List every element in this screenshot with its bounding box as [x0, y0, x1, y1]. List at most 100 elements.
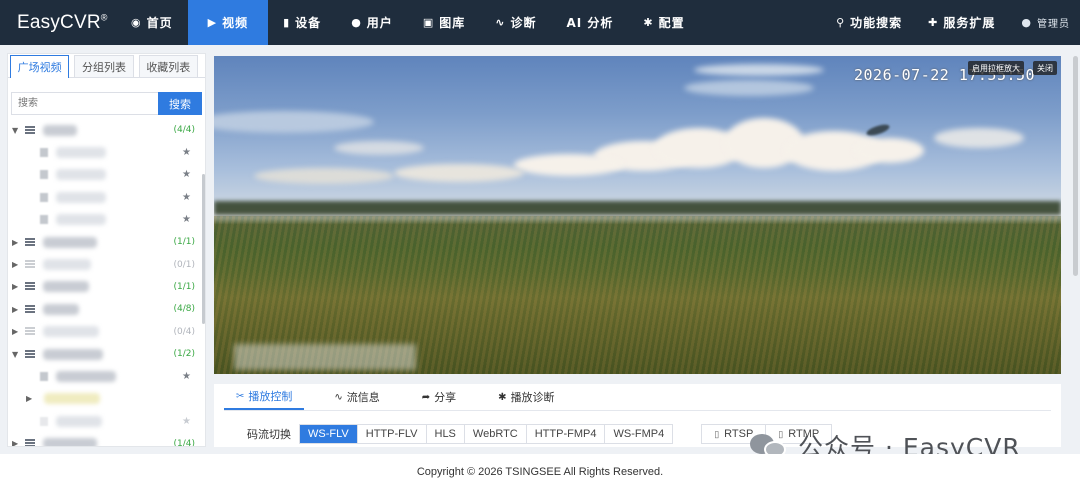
tree-leaf[interactable]: ★ — [8, 209, 205, 231]
device-icon: ▮ — [283, 16, 291, 29]
nav-item-gallery[interactable]: ▣ 图库 — [408, 0, 480, 45]
nav-item-ai[interactable]: AI 分析 — [551, 0, 628, 45]
folder-icon — [25, 439, 35, 446]
share-icon: ➦ — [421, 391, 431, 403]
video-player[interactable]: 2026-07-22 17:55:50 启用拉框放大 关闭 — [214, 56, 1061, 374]
format-ws-flv[interactable]: WS-FLV — [300, 425, 358, 443]
caret-right-icon[interactable]: ▶ — [26, 394, 36, 403]
tree-node[interactable]: ▶ (1/1) — [8, 276, 205, 298]
dashboard-icon: ◉ — [131, 16, 142, 29]
bird-shape — [865, 122, 891, 138]
node-name-blurred — [43, 303, 79, 315]
search-button[interactable]: 搜索 — [158, 92, 202, 115]
camera-icon — [40, 371, 48, 381]
cloud-shape — [934, 128, 1024, 148]
folder-icon — [25, 349, 35, 359]
caret-right-icon[interactable]: ▶ — [12, 282, 22, 291]
tab-stream-info[interactable]: ∿ 流信息 — [322, 384, 391, 410]
function-search-button[interactable]: ⚲ 功能搜索 — [823, 0, 915, 45]
folder-icon — [25, 125, 35, 135]
tree-node[interactable]: ▶ (1/1) — [8, 231, 205, 253]
node-count: (1/1) — [173, 237, 195, 248]
tree-node[interactable]: ▶ (0/4) — [8, 321, 205, 343]
format-ws-fmp4[interactable]: WS-FMP4 — [605, 425, 673, 443]
page-scrollbar[interactable] — [1073, 56, 1078, 276]
tree-leaf[interactable]: ★ — [8, 410, 205, 432]
panel-scrollbar[interactable] — [202, 174, 205, 324]
format-http-flv[interactable]: HTTP-FLV — [357, 425, 427, 443]
star-icon[interactable]: ★ — [182, 416, 191, 427]
node-name-blurred — [44, 393, 100, 405]
star-icon[interactable]: ★ — [182, 169, 191, 180]
star-icon[interactable]: ★ — [182, 192, 191, 203]
tab-share[interactable]: ➦ 分享 — [410, 384, 468, 410]
nav-right: ⚲ 功能搜索 ✚ 服务扩展 ● 管理员 — [823, 0, 1080, 45]
tree-node[interactable]: ▶ — [8, 388, 205, 410]
user-menu[interactable]: ● 管理员 — [1008, 0, 1080, 45]
tree-leaf[interactable]: ★ — [8, 186, 205, 208]
service-extension-button[interactable]: ✚ 服务扩展 — [915, 0, 1008, 45]
caret-down-icon[interactable]: ▼ — [12, 350, 22, 359]
tree-leaf[interactable]: ★ — [8, 141, 205, 163]
cloud-shape — [514, 154, 624, 176]
camera-icon — [40, 192, 48, 202]
treeline-shape — [214, 201, 1061, 215]
tab-play-diagnose[interactable]: ✱ 播放诊断 — [486, 384, 566, 410]
camera-icon — [40, 148, 48, 158]
app-logo[interactable]: EasyCVR® — [0, 12, 108, 34]
node-name-blurred — [43, 236, 97, 248]
caret-right-icon[interactable]: ▶ — [12, 305, 22, 314]
node-count: (1/1) — [173, 281, 195, 292]
star-icon[interactable]: ★ — [182, 147, 191, 158]
tab-favorites[interactable]: 收藏列表 — [138, 55, 198, 77]
puzzle-icon: ✚ — [928, 16, 939, 29]
format-webrtc[interactable]: WebRTC — [464, 425, 527, 443]
nav-item-home[interactable]: ◉ 首页 — [116, 0, 188, 45]
tree-leaf[interactable]: ★ — [8, 164, 205, 186]
nav-item-diagnose[interactable]: ∿ 诊断 — [480, 0, 551, 45]
tab-group-list[interactable]: 分组列表 — [74, 55, 134, 77]
nav-item-config[interactable]: ✱ 配置 — [628, 0, 699, 45]
pulse-icon: ∿ — [495, 16, 506, 29]
node-name-blurred — [43, 438, 97, 446]
tree-node[interactable]: ▼ (1/2) — [8, 343, 205, 365]
cloud-shape — [334, 141, 424, 155]
gear-icon: ✱ — [498, 391, 507, 403]
document-icon: ▯ — [714, 428, 720, 439]
caret-down-icon[interactable]: ▼ — [12, 126, 22, 135]
node-count: (0/1) — [173, 259, 195, 270]
star-icon[interactable]: ★ — [182, 214, 191, 225]
tree-node[interactable]: ▼ (4/4) — [8, 119, 205, 141]
camera-icon — [40, 416, 48, 426]
caret-right-icon[interactable]: ▶ — [12, 238, 22, 247]
close-video-button[interactable]: 关闭 — [1033, 61, 1057, 75]
leaf-name-blurred — [56, 169, 106, 181]
nav-menu: ◉ 首页 ▶ 视频 ▮ 设备 ● 用户 ▣ 图库 ∿ 诊断 AI 分析 ✱ 配置 — [116, 0, 700, 45]
star-icon[interactable]: ★ — [182, 371, 191, 382]
nav-item-video[interactable]: ▶ 视频 — [187, 0, 269, 45]
nav-item-user[interactable]: ● 用户 — [336, 0, 408, 45]
leaf-name-blurred — [56, 370, 116, 382]
format-hls[interactable]: HLS — [426, 425, 465, 443]
format-http-fmp4[interactable]: HTTP-FMP4 — [526, 425, 606, 443]
node-count: (4/8) — [173, 304, 195, 315]
play-circle-icon: ▶ — [207, 16, 218, 29]
folder-icon — [25, 282, 35, 292]
tree-leaf[interactable]: ★ — [8, 365, 205, 387]
zoom-box-button[interactable]: 启用拉框放大 — [968, 61, 1024, 75]
folder-icon — [25, 327, 35, 337]
cloud-shape — [684, 80, 814, 96]
caret-right-icon[interactable]: ▶ — [12, 439, 22, 446]
tree-node[interactable]: ▶ (4/8) — [8, 298, 205, 320]
leaf-name-blurred — [56, 191, 106, 203]
nav-item-device[interactable]: ▮ 设备 — [268, 0, 336, 45]
caret-right-icon[interactable]: ▶ — [12, 327, 22, 336]
tab-square-video[interactable]: 广场视频 — [10, 55, 70, 78]
caret-right-icon[interactable]: ▶ — [12, 260, 22, 269]
search-input[interactable] — [11, 92, 158, 115]
tree-node[interactable]: ▶ (0/1) — [8, 253, 205, 275]
tools-icon: ✂ — [236, 390, 245, 402]
tab-play-control[interactable]: ✂ 播放控制 — [224, 384, 305, 410]
search-icon: ⚲ — [836, 16, 846, 29]
tree-node[interactable]: ▶ (1/4) — [8, 432, 205, 446]
